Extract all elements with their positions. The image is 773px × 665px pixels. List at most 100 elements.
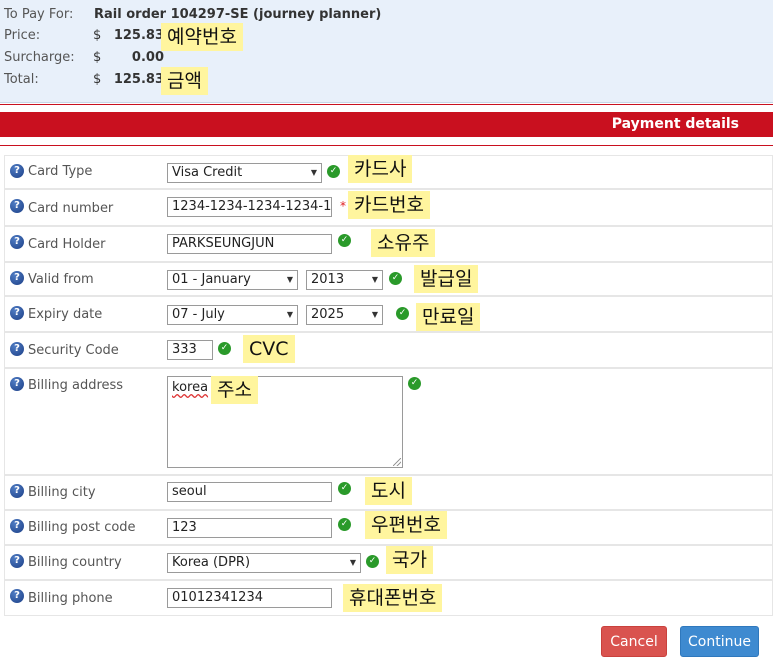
resize-grip-icon[interactable] xyxy=(393,458,401,466)
check-circle-icon: ✓ xyxy=(338,482,351,495)
row-billing-city: ? Billing city seoul ✓ 도시 xyxy=(4,475,773,510)
expiry-date-annotation: 만료일 xyxy=(416,303,481,331)
security-code-input[interactable]: 333 xyxy=(167,340,213,360)
security-code-value: 333 xyxy=(172,342,197,357)
card-type-value: Visa Credit xyxy=(172,165,243,180)
help-question-icon[interactable]: ? xyxy=(10,554,24,568)
billing-city-label: Billing city xyxy=(28,485,96,500)
expiry-date-label: Expiry date xyxy=(28,307,103,322)
valid-from-label: Valid from xyxy=(28,272,94,287)
billing-country-select[interactable]: Korea (DPR) ▼ xyxy=(167,553,361,573)
price-currency: $ xyxy=(93,28,102,43)
help-question-icon[interactable]: ? xyxy=(10,235,24,249)
check-circle-icon: ✓ xyxy=(396,307,409,320)
billing-country-value: Korea (DPR) xyxy=(172,555,251,570)
check-circle-icon: ✓ xyxy=(366,555,379,568)
row-expiry-date: ? Expiry date 07 - July ▼ 2025 ▼ ✓ 만료일 xyxy=(4,296,773,332)
billing-city-annotation: 도시 xyxy=(365,477,412,505)
surcharge-currency: $ xyxy=(93,50,102,65)
billing-country-label: Billing country xyxy=(28,555,122,570)
billing-address-value: korea xyxy=(172,380,209,395)
billing-country-annotation: 국가 xyxy=(386,546,433,574)
billing-post-code-input[interactable]: 123 xyxy=(167,518,332,538)
caret-down-icon: ▼ xyxy=(371,275,378,284)
row-billing-post-code: ? Billing post code 123 ✓ 우편번호 xyxy=(4,510,773,545)
check-circle-icon: ✓ xyxy=(338,518,351,531)
order-title: Rail order 104297-SE (journey planner) xyxy=(94,7,382,22)
billing-address-annotation: 주소 xyxy=(211,376,258,404)
total-value: 125.83 xyxy=(113,72,164,87)
surcharge-label: Surcharge: xyxy=(4,50,75,65)
billing-phone-input[interactable]: 01012341234 xyxy=(167,588,332,608)
price-annotation: 예약번호 xyxy=(161,23,243,51)
card-holder-input[interactable]: PARKSEUNGJUN xyxy=(167,234,332,254)
row-card-type: ? Card Type Visa Credit ▼ ✓ 카드사 xyxy=(4,155,773,189)
billing-post-code-value: 123 xyxy=(172,520,197,535)
divider-top xyxy=(0,104,773,105)
expiry-year-value: 2025 xyxy=(311,307,345,322)
card-type-select[interactable]: Visa Credit ▼ xyxy=(167,163,322,183)
caret-down-icon: ▼ xyxy=(310,168,317,177)
billing-phone-value: 01012341234 xyxy=(172,590,263,605)
price-label: Price: xyxy=(4,28,41,43)
expiry-month-select[interactable]: 07 - July ▼ xyxy=(167,305,298,325)
card-number-label: Card number xyxy=(28,201,114,216)
card-type-annotation: 카드사 xyxy=(348,155,413,183)
divider-bottom xyxy=(0,145,773,146)
help-question-icon[interactable]: ? xyxy=(10,589,24,603)
valid-from-year-select[interactable]: 2013 ▼ xyxy=(306,270,383,290)
surcharge-value: 0.00 xyxy=(131,50,164,65)
total-annotation: 금액 xyxy=(161,67,208,95)
billing-address-label: Billing address xyxy=(28,378,124,393)
billing-phone-label: Billing phone xyxy=(28,591,113,606)
check-circle-icon: ✓ xyxy=(338,234,351,247)
security-code-annotation: CVC xyxy=(243,335,295,363)
billing-phone-annotation: 휴대폰번호 xyxy=(343,584,443,612)
card-number-input[interactable]: 1234-1234-1234-1234-123 xyxy=(167,197,332,217)
expiry-year-select[interactable]: 2025 ▼ xyxy=(306,305,383,325)
valid-from-year-value: 2013 xyxy=(311,272,345,287)
total-row: Total: $ 125.83 xyxy=(4,71,164,89)
card-holder-value: PARKSEUNGJUN xyxy=(172,236,275,251)
valid-from-month-select[interactable]: 01 - January ▼ xyxy=(167,270,298,290)
help-question-icon[interactable]: ? xyxy=(10,271,24,285)
row-billing-country: ? Billing country Korea (DPR) ▼ ✓ 국가 xyxy=(4,545,773,580)
help-question-icon[interactable]: ? xyxy=(10,199,24,213)
continue-button[interactable]: Continue xyxy=(680,626,759,657)
help-question-icon[interactable]: ? xyxy=(10,377,24,391)
cancel-button[interactable]: Cancel xyxy=(601,626,667,657)
card-holder-annotation: 소유주 xyxy=(371,229,436,257)
expiry-month-value: 07 - July xyxy=(172,307,225,322)
row-billing-phone: ? Billing phone 01012341234 휴대폰번호 xyxy=(4,580,773,616)
check-circle-icon: ✓ xyxy=(408,377,421,390)
order-summary: To Pay For: Rail order 104297-SE (journe… xyxy=(0,0,773,103)
pay-for-label: To Pay For: xyxy=(4,7,74,22)
total-label: Total: xyxy=(4,72,39,87)
surcharge-row: Surcharge: $ 0.00 xyxy=(4,49,164,67)
billing-city-input[interactable]: seoul xyxy=(167,482,332,502)
price-row: Price: $ 125.83 xyxy=(4,27,164,45)
help-question-icon[interactable]: ? xyxy=(10,342,24,356)
row-card-number: ? Card number 1234-1234-1234-1234-123 * … xyxy=(4,189,773,226)
row-card-holder: ? Card Holder PARKSEUNGJUN ✓ 소유주 xyxy=(4,226,773,262)
card-holder-label: Card Holder xyxy=(28,237,106,252)
billing-post-code-annotation: 우편번호 xyxy=(365,511,447,539)
security-code-label: Security Code xyxy=(28,343,119,358)
valid-from-annotation: 발급일 xyxy=(414,265,479,293)
price-value: 125.83 xyxy=(113,28,164,43)
help-question-icon[interactable]: ? xyxy=(10,164,24,178)
help-question-icon[interactable]: ? xyxy=(10,519,24,533)
payment-details-header: Payment details xyxy=(0,112,773,137)
row-billing-address: ? Billing address korea ✓ 주소 xyxy=(4,368,773,475)
required-marker: * xyxy=(340,199,346,213)
help-question-icon[interactable]: ? xyxy=(10,306,24,320)
check-circle-icon: ✓ xyxy=(389,272,402,285)
card-number-annotation: 카드번호 xyxy=(348,191,430,219)
valid-from-month-value: 01 - January xyxy=(172,272,251,287)
billing-city-value: seoul xyxy=(172,484,207,499)
card-type-label: Card Type xyxy=(28,164,93,179)
check-circle-icon: ✓ xyxy=(218,342,231,355)
caret-down-icon: ▼ xyxy=(349,558,356,567)
billing-address-textarea[interactable]: korea xyxy=(167,376,403,468)
help-question-icon[interactable]: ? xyxy=(10,484,24,498)
